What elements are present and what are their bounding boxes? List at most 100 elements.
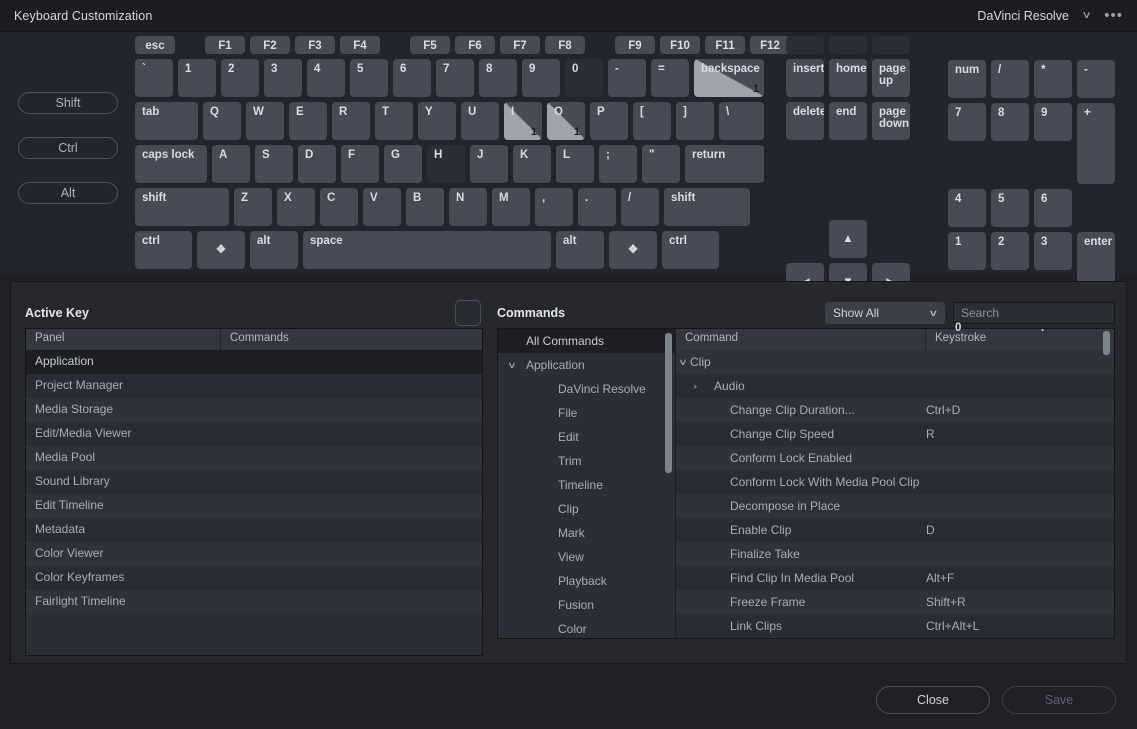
active-key-row[interactable]: Metadata bbox=[26, 518, 482, 542]
key-f3[interactable]: F3 bbox=[295, 36, 335, 54]
key-h[interactable]: H bbox=[427, 145, 465, 183]
key-blank[interactable]: ❖ bbox=[609, 231, 657, 269]
key-f8[interactable]: F8 bbox=[545, 36, 585, 54]
modifier-shift-button[interactable]: Shift bbox=[18, 92, 118, 114]
key-x[interactable]: X bbox=[277, 188, 315, 226]
key-z[interactable]: Z bbox=[234, 188, 272, 226]
command-row[interactable]: ∨ Clip bbox=[676, 350, 1114, 374]
key-insert[interactable]: insert bbox=[786, 59, 824, 97]
command-twisty-icon[interactable]: › bbox=[667, 381, 724, 391]
key-w[interactable]: W bbox=[246, 102, 284, 140]
active-key-row[interactable]: Color Keyframes bbox=[26, 566, 482, 590]
search-input[interactable]: Search bbox=[953, 302, 1115, 324]
command-row[interactable]: Finalize Take bbox=[676, 542, 1114, 566]
key-blank[interactable]: / bbox=[991, 60, 1029, 98]
modifier-ctrl-button[interactable]: Ctrl bbox=[18, 137, 118, 159]
key-blank[interactable]: ; bbox=[599, 145, 637, 183]
key-6[interactable]: 6 bbox=[393, 59, 431, 97]
key-3[interactable]: 3 bbox=[264, 59, 302, 97]
key-e[interactable]: E bbox=[289, 102, 327, 140]
modifier-alt-button[interactable]: Alt bbox=[18, 182, 118, 204]
command-row[interactable]: Change Clip Speed R bbox=[676, 422, 1114, 446]
key-space[interactable]: space bbox=[303, 231, 551, 269]
key-blank[interactable]: + bbox=[1077, 103, 1115, 184]
more-options-icon[interactable]: ••• bbox=[1104, 8, 1123, 23]
key-f12[interactable]: F12 bbox=[750, 36, 790, 54]
close-button[interactable]: Close bbox=[876, 686, 990, 714]
command-row[interactable]: Freeze Frame Shift+R bbox=[676, 590, 1114, 614]
key-l[interactable]: L bbox=[556, 145, 594, 183]
key-num[interactable]: num bbox=[948, 60, 986, 98]
command-tree-item[interactable]: Color bbox=[498, 617, 675, 641]
key-1[interactable]: 1 bbox=[948, 232, 986, 270]
key-delete[interactable]: delete bbox=[786, 102, 824, 140]
command-row[interactable]: Link Clips Ctrl+Alt+L bbox=[676, 614, 1114, 638]
key-6[interactable]: 6 bbox=[1034, 189, 1072, 227]
key-blank[interactable]: = bbox=[651, 59, 689, 97]
key-m[interactable]: M bbox=[492, 188, 530, 226]
key-f2[interactable]: F2 bbox=[250, 36, 290, 54]
key-blank[interactable]: , bbox=[535, 188, 573, 226]
command-tree-item[interactable]: Timeline bbox=[498, 473, 675, 497]
key-0[interactable]: 0 bbox=[565, 59, 603, 97]
command-tree-item[interactable]: Mark bbox=[498, 521, 675, 545]
key-shift[interactable]: shift bbox=[664, 188, 750, 226]
key-blank[interactable]: ❖ bbox=[197, 231, 245, 269]
key-f7[interactable]: F7 bbox=[500, 36, 540, 54]
command-row[interactable]: Conform Lock Enabled bbox=[676, 446, 1114, 470]
key-blank[interactable]: ` bbox=[135, 59, 173, 97]
key-s[interactable]: S bbox=[255, 145, 293, 183]
key-f5[interactable]: F5 bbox=[410, 36, 450, 54]
key-t[interactable]: T bbox=[375, 102, 413, 140]
command-tree-item[interactable]: All Commands bbox=[498, 329, 675, 353]
key-k[interactable]: K bbox=[513, 145, 551, 183]
key-return[interactable]: return bbox=[685, 145, 764, 183]
key-f9[interactable]: F9 bbox=[615, 36, 655, 54]
command-row[interactable]: Enable Clip D bbox=[676, 518, 1114, 542]
key-y[interactable]: Y bbox=[418, 102, 456, 140]
key-5[interactable]: 5 bbox=[350, 59, 388, 97]
arrow-up-key[interactable]: ▲ bbox=[829, 220, 867, 258]
key-d[interactable]: D bbox=[298, 145, 336, 183]
key-end[interactable]: end bbox=[829, 102, 867, 140]
command-tree-item[interactable]: Fusion bbox=[498, 593, 675, 617]
command-row[interactable]: Change Clip Duration... Ctrl+D bbox=[676, 398, 1114, 422]
key-blank[interactable]: " bbox=[642, 145, 680, 183]
key-ctrl[interactable]: ctrl bbox=[662, 231, 719, 269]
key-esc[interactable]: esc bbox=[135, 36, 175, 54]
key-page-up[interactable]: page up bbox=[872, 59, 910, 97]
key-f[interactable]: F bbox=[341, 145, 379, 183]
command-tree-item[interactable]: Clip bbox=[498, 497, 675, 521]
key-u[interactable]: U bbox=[461, 102, 499, 140]
command-tree-item[interactable]: DaVinci Resolve bbox=[498, 377, 675, 401]
key-blank[interactable]: * bbox=[1034, 60, 1072, 98]
command-row[interactable]: › Audio bbox=[676, 374, 1114, 398]
key-4[interactable]: 4 bbox=[948, 189, 986, 227]
active-key-slot[interactable] bbox=[455, 300, 481, 326]
command-tree-item[interactable]: Edit bbox=[498, 425, 675, 449]
key-3[interactable]: 3 bbox=[1034, 232, 1072, 270]
key-f10[interactable]: F10 bbox=[660, 36, 700, 54]
key-v[interactable]: V bbox=[363, 188, 401, 226]
key-f11[interactable]: F11 bbox=[705, 36, 745, 54]
tree-twisty-icon[interactable]: ∨ bbox=[491, 360, 533, 371]
key-f4[interactable]: F4 bbox=[340, 36, 380, 54]
command-row[interactable]: Conform Lock With Media Pool Clip bbox=[676, 470, 1114, 494]
command-tree-item[interactable]: Playback bbox=[498, 569, 675, 593]
command-twisty-icon[interactable]: ∨ bbox=[673, 357, 694, 368]
command-list-scrollbar[interactable] bbox=[1103, 331, 1110, 355]
show-all-dropdown[interactable]: Show All ∨ bbox=[825, 302, 945, 324]
key-blank[interactable]: - bbox=[1077, 60, 1115, 98]
key-blank[interactable]: \ bbox=[719, 102, 764, 140]
key-r[interactable]: R bbox=[332, 102, 370, 140]
key-f1[interactable]: F1 bbox=[205, 36, 245, 54]
command-row[interactable]: Decompose in Place bbox=[676, 494, 1114, 518]
command-tree-item[interactable]: View bbox=[498, 545, 675, 569]
key-8[interactable]: 8 bbox=[991, 103, 1029, 141]
active-key-row[interactable]: Color Viewer bbox=[26, 542, 482, 566]
key-7[interactable]: 7 bbox=[436, 59, 474, 97]
active-key-row[interactable]: Fairlight Timeline bbox=[26, 590, 482, 614]
key-page-down[interactable]: page down bbox=[872, 102, 910, 140]
key-5[interactable]: 5 bbox=[991, 189, 1029, 227]
key-caps-lock[interactable]: caps lock bbox=[135, 145, 207, 183]
